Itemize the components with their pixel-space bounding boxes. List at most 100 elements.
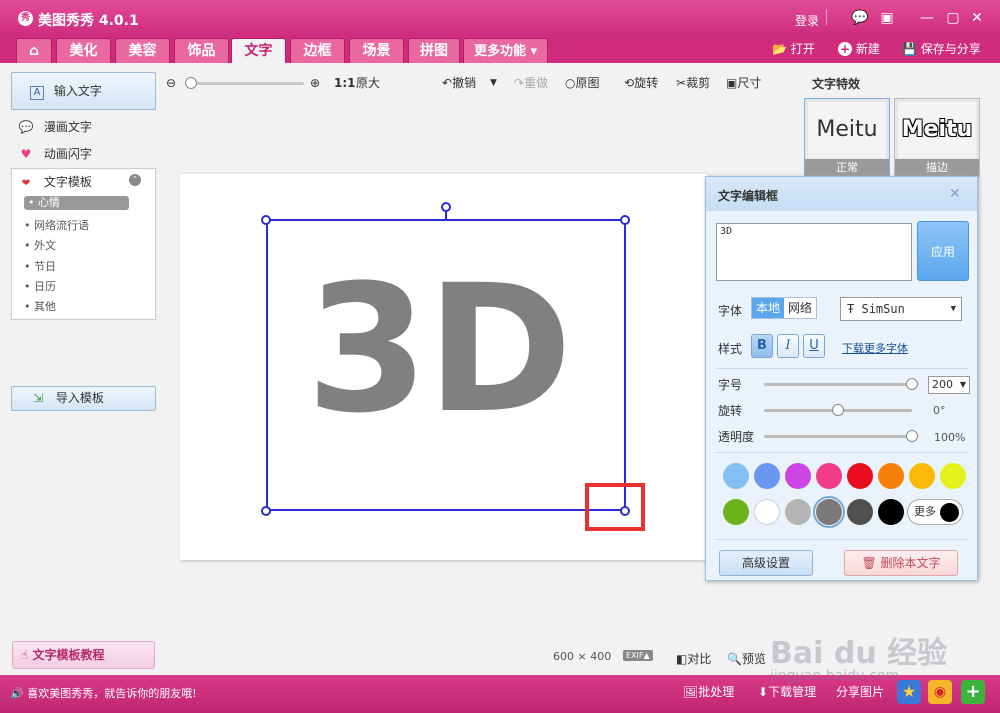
rotate-button[interactable]: ⟲旋转 [624, 75, 658, 91]
resize-handle-tr[interactable] [620, 215, 630, 225]
tutorial-label: 文字模板教程 [32, 648, 105, 662]
template-item-internet[interactable]: • 网络流行语 [24, 217, 89, 233]
resize-handle-tl[interactable] [261, 215, 271, 225]
rotate-slider-thumb[interactable] [832, 404, 844, 416]
font-source-local[interactable]: 本地 [752, 298, 785, 318]
download-manager-button[interactable]: ⬇下载管理 [758, 683, 816, 700]
size-slider[interactable] [764, 383, 912, 386]
delete-text-button[interactable]: 🗑 删除本文字 [844, 550, 958, 576]
watermark-url: jingyan.baidu.com [770, 668, 900, 684]
opacity-slider-thumb[interactable] [906, 430, 918, 442]
color-swatch[interactable] [785, 499, 811, 525]
new-button[interactable]: + 新建 [838, 40, 880, 58]
zoom-out-icon[interactable]: ⊖ [166, 75, 176, 91]
template-header[interactable]: ❤ 文字模板 [18, 173, 92, 190]
undo-button[interactable]: ↶撤销 [442, 75, 476, 91]
tab-scene[interactable]: 场景 [349, 38, 404, 63]
original-size-button[interactable]: 原大 [356, 75, 380, 91]
color-swatch[interactable] [785, 463, 811, 489]
open-button[interactable]: 📂 打开 [772, 40, 815, 58]
color-swatch[interactable] [847, 499, 873, 525]
login-link[interactable]: 登录 [795, 12, 819, 29]
template-tutorial-button[interactable]: ☝ 文字模板教程 [12, 641, 155, 669]
skin-icon[interactable]: ▣ [878, 9, 896, 27]
share-image-button[interactable]: 分享图片 [836, 683, 884, 700]
zoom-slider-thumb[interactable] [185, 77, 197, 89]
color-swatch[interactable] [754, 499, 780, 525]
size-select[interactable]: 200 ▼ [928, 376, 970, 394]
batch-button[interactable]: 🖼批处理 [683, 683, 734, 700]
feedback-icon[interactable]: 💬 [851, 9, 869, 27]
color-swatch[interactable] [723, 463, 749, 489]
close-button[interactable]: ✕ [968, 9, 986, 27]
effect-outline[interactable]: Meitu 描边 [894, 98, 980, 178]
template-item-label: 其他 [34, 300, 56, 313]
import-template-button[interactable]: ⇲ 导入模板 [11, 386, 156, 411]
template-item-calendar[interactable]: • 日历 [24, 278, 56, 294]
effect-normal[interactable]: Meitu 正常 [804, 98, 890, 178]
color-swatch[interactable] [754, 463, 780, 489]
zoom-slider[interactable] [186, 82, 304, 85]
tab-beauty[interactable]: 美容 [115, 38, 170, 63]
apply-button[interactable]: 应用 [917, 221, 969, 281]
bold-button[interactable]: B [751, 334, 773, 358]
text-input[interactable]: 3D [716, 223, 912, 281]
zoom-in-icon[interactable]: ⊕ [310, 75, 320, 91]
rotate-handle[interactable] [441, 202, 451, 212]
size-button[interactable]: ▣尺寸 [726, 75, 761, 91]
font-source-web[interactable]: 网络 [784, 298, 816, 318]
template-item-foreign[interactable]: • 外文 [24, 237, 56, 253]
download-fonts-link[interactable]: 下载更多字体 [842, 340, 908, 356]
color-swatch[interactable] [940, 463, 966, 489]
underline-button[interactable]: U [803, 334, 825, 358]
minimize-button[interactable]: — [918, 9, 936, 27]
italic-button[interactable]: I [777, 334, 799, 358]
weibo-icon[interactable]: ◉ [928, 680, 952, 704]
color-swatch[interactable] [878, 463, 904, 489]
dialog-title: 文字编辑框 [718, 189, 779, 203]
preview-button[interactable]: 🔍预览 [727, 650, 766, 667]
redo-icon: ↷ [514, 76, 525, 90]
color-swatch[interactable] [723, 499, 749, 525]
template-item-holiday[interactable]: • 节日 [24, 258, 56, 274]
advanced-settings-button[interactable]: 高级设置 [719, 550, 813, 576]
download-manager-label: 下载管理 [768, 685, 817, 699]
color-swatch[interactable] [813, 496, 845, 528]
add-share-icon[interactable]: + [961, 680, 985, 704]
qzone-star-icon[interactable]: ★ [897, 680, 921, 704]
more-colors-button[interactable]: 更多 [907, 499, 963, 525]
compare-button[interactable]: ◧对比 [676, 650, 711, 667]
text-selection-box[interactable] [266, 219, 626, 511]
tab-frame[interactable]: 边框 [290, 38, 345, 63]
resize-handle-bl[interactable] [261, 506, 271, 516]
template-item-label: 网络流行语 [34, 219, 89, 232]
color-swatch[interactable] [909, 463, 935, 489]
crop-button[interactable]: ✂裁剪 [676, 75, 710, 91]
template-item-mood[interactable]: • 心情 [24, 196, 129, 210]
exif-button[interactable]: EXIF▲ [623, 650, 653, 661]
tab-beautify[interactable]: 美化 [56, 38, 111, 63]
color-swatch[interactable] [847, 463, 873, 489]
comic-text-item[interactable]: 💬 漫画文字 [18, 118, 92, 135]
color-swatch[interactable] [878, 499, 904, 525]
font-select[interactable]: Ŧ SimSun ▼ [840, 297, 962, 321]
animated-text-item[interactable]: ♥ 动画闪字 [18, 145, 92, 162]
tab-text[interactable]: 文字 [231, 38, 286, 63]
undo-dropdown-icon[interactable]: ▼ [490, 75, 497, 91]
collapse-icon[interactable]: ⌃ [129, 174, 141, 186]
maximize-button[interactable]: ▢ [944, 9, 962, 27]
input-text-button[interactable]: A 输入文字 [11, 72, 156, 110]
tab-more-features[interactable]: 更多功能 ▾ [463, 38, 548, 63]
love-icon: ❤ [21, 178, 31, 189]
tab-home[interactable]: ⌂ [16, 38, 52, 63]
template-item-other[interactable]: • 其他 [24, 298, 56, 314]
color-swatch[interactable] [816, 463, 842, 489]
original-button[interactable]: ○原图 [565, 75, 600, 91]
save-share-button[interactable]: 💾 保存与分享 [902, 40, 981, 58]
close-icon[interactable]: ✕ [949, 186, 961, 202]
tab-collage[interactable]: 拼图 [408, 38, 460, 63]
size-slider-thumb[interactable] [906, 378, 918, 390]
tab-accessories[interactable]: 饰品 [174, 38, 229, 63]
redo-button[interactable]: ↷重做 [514, 75, 548, 91]
opacity-slider[interactable] [764, 435, 912, 438]
